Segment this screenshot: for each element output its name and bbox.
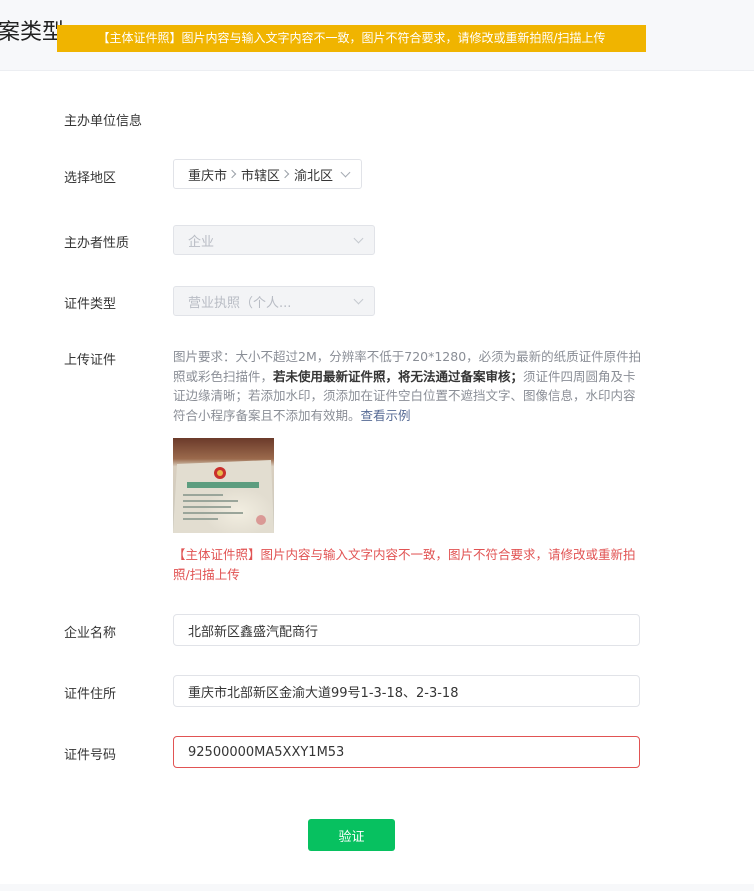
region-label: 选择地区: [64, 171, 117, 186]
certificate-type-value: 营业执照（个人...: [188, 295, 292, 311]
certificate-number-label: 证件号码: [64, 748, 117, 763]
certificate-number-input[interactable]: [173, 736, 640, 768]
region-city: 市辖区: [241, 168, 281, 184]
organizer-type-select[interactable]: 企业: [173, 225, 375, 255]
organizer-type-label: 主办者性质: [64, 236, 130, 251]
upload-requirements: 图片要求：大小不超过2M，分辨率不低于720*1280，必须为最新的纸质证件原件…: [173, 347, 643, 425]
chevron-down-icon: [353, 233, 364, 243]
view-example-link[interactable]: 查看示例: [361, 408, 411, 423]
upload-hint-emphasis: 若未使用最新证件照，将无法通过备案审核；: [273, 368, 524, 384]
upload-label: 上传证件: [64, 353, 117, 368]
chevron-down-icon: [340, 167, 351, 177]
chevron-down-icon: [353, 294, 364, 304]
region-province: 重庆市: [188, 168, 228, 184]
uploaded-certificate-thumbnail[interactable]: [173, 438, 274, 533]
address-input[interactable]: [173, 675, 640, 707]
certificate-type-label: 证件类型: [64, 297, 117, 312]
upload-error-message: 【主体证件照】图片内容与输入文字内容不一致，图片不符合要求，请修改或重新拍照/扫…: [173, 547, 636, 582]
region-district: 渝北区: [294, 168, 334, 184]
company-name-label: 企业名称: [64, 626, 117, 641]
bottom-band: [0, 884, 754, 891]
certificate-type-select[interactable]: 营业执照（个人...: [173, 286, 375, 316]
section-heading: 主办单位信息: [64, 114, 143, 129]
top-header-band: 案类型 【主体证件照】图片内容与输入文字内容不一致，图片不符合要求，请修改或重新…: [0, 0, 754, 71]
page-title: 案类型: [0, 20, 65, 45]
chevron-right-icon: [227, 169, 237, 179]
verify-button[interactable]: 验证: [308, 819, 395, 851]
region-select[interactable]: 重庆市 市辖区 渝北区: [173, 159, 362, 189]
company-name-input[interactable]: [173, 614, 640, 646]
chevron-right-icon: [280, 169, 290, 179]
address-label: 证件住所: [64, 687, 117, 702]
warning-banner: 【主体证件照】图片内容与输入文字内容不一致，图片不符合要求，请修改或重新拍照/扫…: [57, 25, 646, 52]
organizer-type-value: 企业: [188, 234, 215, 250]
